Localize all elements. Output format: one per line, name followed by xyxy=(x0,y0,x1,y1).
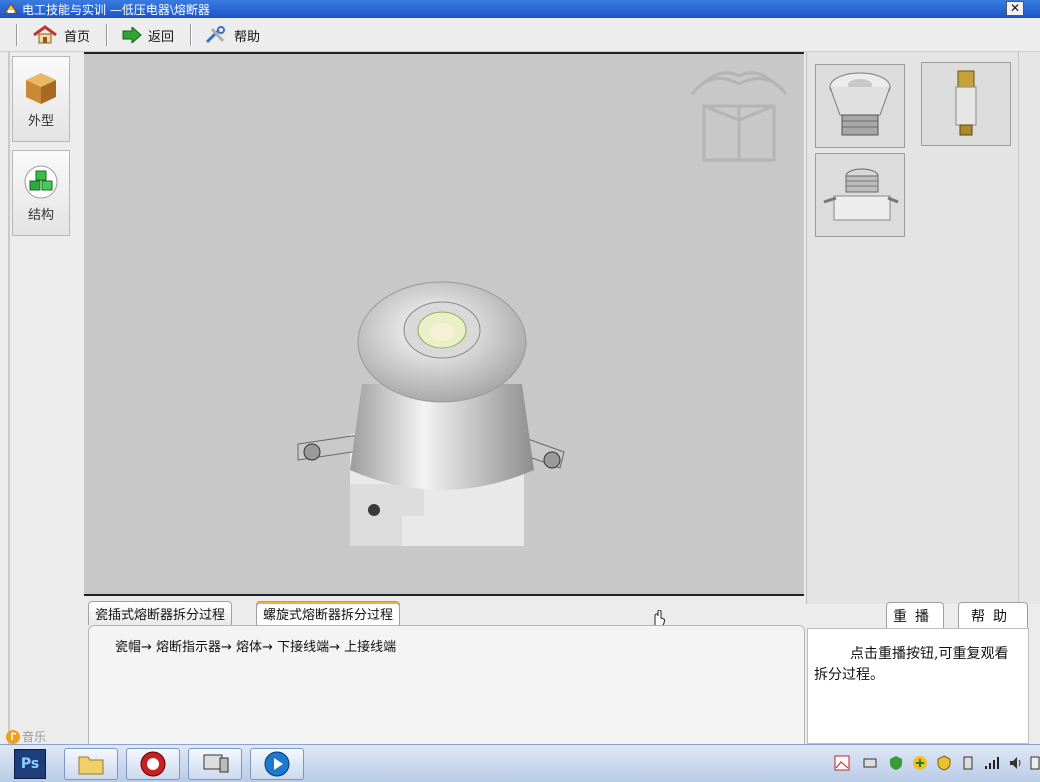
left-sidebar: 外型 结构 xyxy=(0,52,84,744)
back-label: 返回 xyxy=(148,29,175,45)
taskbar-explorer[interactable] xyxy=(64,748,118,780)
sidebar-item-label: 结构 xyxy=(27,207,54,223)
toolbar-separator xyxy=(16,24,18,46)
folder-icon xyxy=(78,756,104,775)
watermark-logo xyxy=(690,71,788,162)
cubes-icon xyxy=(24,165,58,198)
taskbar-player[interactable] xyxy=(250,748,304,780)
process-description-panel: 瓷帽→ 熔断指示器→ 熔体→ 下接线端→ 上接线端 xyxy=(88,625,805,745)
music-toggle[interactable]: 音乐 xyxy=(6,728,46,745)
fuse-link-thumbnail xyxy=(955,70,977,136)
arrow-right-icon xyxy=(122,27,142,43)
music-label: 音乐 xyxy=(22,730,47,744)
taskbar-app[interactable] xyxy=(188,748,242,780)
image-tray-icon[interactable] xyxy=(834,755,850,771)
taskbar-director[interactable] xyxy=(126,748,180,780)
tab-porcelain-fuse[interactable]: 瓷插式熔断器拆分过程 xyxy=(88,601,233,625)
computer-icon xyxy=(203,754,229,773)
thumbnail-porcelain-cap[interactable] xyxy=(815,64,905,148)
taskbar: Ps xyxy=(0,744,1040,782)
network-tray-icon[interactable] xyxy=(862,755,878,771)
home-button[interactable]: 首页 xyxy=(32,23,90,47)
sidebar-item-label: 外型 xyxy=(27,113,54,129)
thumbnail-fuse-link[interactable] xyxy=(921,62,1011,146)
fuse-cap-thumbnail xyxy=(829,72,891,136)
replay-button[interactable]: 重播 xyxy=(886,602,944,628)
home-label: 首页 xyxy=(64,29,91,45)
director-icon xyxy=(140,751,166,777)
tab-screw-fuse[interactable]: 螺旋式熔断器拆分过程 xyxy=(256,601,401,625)
help-text-box: 点击重播按钮,可重复观看拆分过程。 xyxy=(807,628,1029,744)
player-icon xyxy=(264,751,290,777)
tools-icon xyxy=(205,26,225,44)
title-bar: 电工技能与实训 —低压电器\熔断器 ✕ xyxy=(0,0,1040,18)
home-icon xyxy=(33,25,57,44)
photoshop-icon[interactable]: Ps xyxy=(14,749,46,779)
parts-panel xyxy=(806,52,1018,604)
help-button[interactable]: 帮助 xyxy=(204,23,260,47)
toolbar: 首页 返回 帮助 xyxy=(0,18,1040,52)
help-label: 帮助 xyxy=(234,29,261,45)
screw-fuse-illustration xyxy=(297,281,565,546)
toolbar-separator xyxy=(190,24,192,46)
thumbnail-base[interactable] xyxy=(815,153,905,237)
sidebar-item-structure[interactable]: 结构 xyxy=(12,150,70,236)
music-note-icon xyxy=(6,729,20,744)
flag-tray-icon[interactable] xyxy=(1028,755,1040,771)
signal-tray-icon[interactable] xyxy=(984,755,1000,771)
usb-tray-icon[interactable] xyxy=(960,755,976,771)
process-steps-text: 瓷帽→ 熔断指示器→ 熔体→ 下接线端→ 上接线端 xyxy=(115,640,397,655)
close-button[interactable]: ✕ xyxy=(1006,1,1024,16)
sidebar-item-appearance[interactable]: 外型 xyxy=(12,56,70,142)
help-text: 点击重播按钮,可重复观看拆分过程。 xyxy=(814,646,1009,683)
shield-tray-icon[interactable] xyxy=(888,755,904,771)
security-tray-icon[interactable] xyxy=(936,755,952,771)
back-button[interactable]: 返回 xyxy=(122,23,174,47)
animation-stage xyxy=(84,52,804,596)
volume-tray-icon[interactable] xyxy=(1008,755,1024,771)
vertical-scrollbar[interactable] xyxy=(1018,52,1040,604)
app-icon xyxy=(4,3,18,14)
tab-help[interactable]: 帮助 xyxy=(958,602,1028,628)
box-icon xyxy=(26,72,56,104)
sidebar-rail xyxy=(8,52,10,744)
fuse-base-thumbnail xyxy=(823,168,899,221)
window-title: 电工技能与实训 —低压电器\熔断器 xyxy=(22,3,210,17)
toolbar-separator xyxy=(106,24,108,46)
plus-tray-icon[interactable] xyxy=(912,755,928,771)
